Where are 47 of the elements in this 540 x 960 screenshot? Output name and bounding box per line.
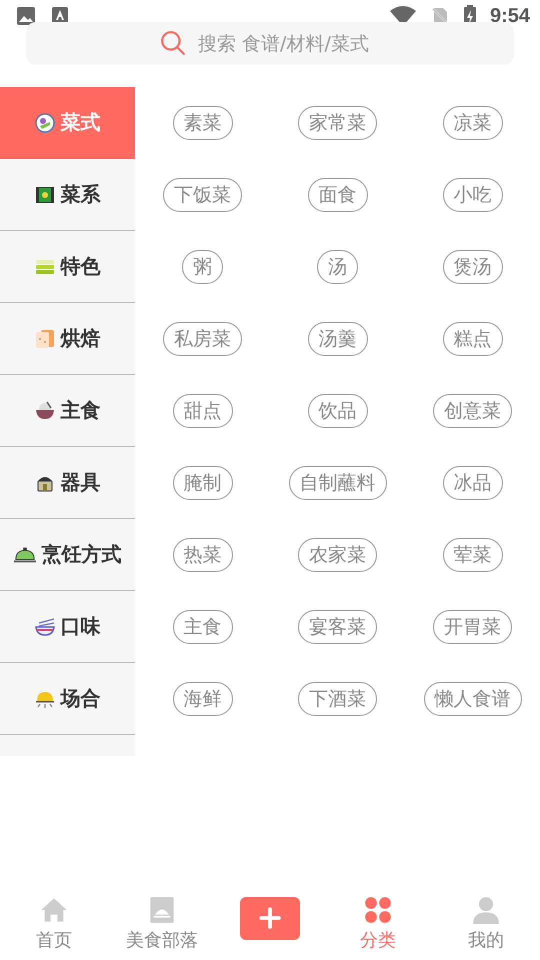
tag-chip[interactable]: 甜点	[172, 394, 232, 428]
search-icon	[160, 30, 186, 56]
tag-chip[interactable]: 懒人食谱	[424, 682, 522, 716]
tag-chip[interactable]: 汤	[317, 250, 358, 284]
tag-chip[interactable]: 荤菜	[442, 538, 502, 572]
nav-tab[interactable]: 美食部落	[126, 896, 198, 952]
tag-chip[interactable]: 煲汤	[442, 250, 502, 284]
tag-chip[interactable]: 汤羹	[308, 322, 368, 356]
tag-chip[interactable]: 腌制	[172, 466, 232, 500]
tag-chip[interactable]: 私房菜	[163, 322, 242, 356]
tag-chip[interactable]: 宴客菜	[298, 610, 377, 644]
category-tab[interactable]: 菜式	[0, 87, 135, 159]
tag-chip[interactable]: 素菜	[172, 106, 232, 140]
tag-chip[interactable]: 糕点	[442, 322, 502, 356]
tag-chip[interactable]: 面食	[308, 178, 368, 212]
nav-tab[interactable]: 我的	[468, 896, 504, 952]
tag-chip[interactable]: 农家菜	[298, 538, 377, 572]
nav-tab[interactable]: 分类	[360, 896, 396, 952]
rice-bowl-icon	[34, 400, 54, 420]
tag-chip[interactable]: 自制蘸料	[288, 466, 386, 500]
tag-chip[interactable]: 粥	[182, 250, 223, 284]
clover-icon	[364, 896, 392, 924]
tag-chip[interactable]: 主食	[172, 610, 232, 644]
tag-chip[interactable]: 凉菜	[442, 106, 502, 140]
tag-chip[interactable]: 创意菜	[433, 394, 512, 428]
image-icon	[16, 6, 36, 26]
tag-chip[interactable]: 热菜	[172, 538, 232, 572]
search-field[interactable]: 搜索 食谱/材料/菜式	[26, 22, 514, 65]
plus-icon	[259, 907, 281, 929]
tag-chip[interactable]: 海鲜	[172, 682, 232, 716]
tag-chip[interactable]: 下饭菜	[163, 178, 242, 212]
tag-chip[interactable]: 冰品	[442, 466, 502, 500]
book-icon	[148, 896, 176, 924]
noodle-bowl-icon	[34, 616, 54, 636]
tag-chip[interactable]: 小吃	[442, 178, 502, 212]
home-icon	[40, 896, 68, 924]
cloche-icon	[14, 544, 36, 564]
bread-icon	[34, 328, 54, 348]
tag-chip[interactable]: 饮品	[308, 394, 368, 428]
nav-tab[interactable]: 首页	[36, 896, 72, 952]
tag-chip[interactable]: 下酒菜	[298, 682, 377, 716]
tag-chip[interactable]: 家常菜	[298, 106, 377, 140]
tag-chip[interactable]: 开胃菜	[433, 610, 512, 644]
add-button[interactable]	[240, 896, 300, 940]
dish-icon	[34, 112, 54, 132]
user-icon	[472, 896, 500, 924]
food-box-icon	[34, 184, 54, 204]
